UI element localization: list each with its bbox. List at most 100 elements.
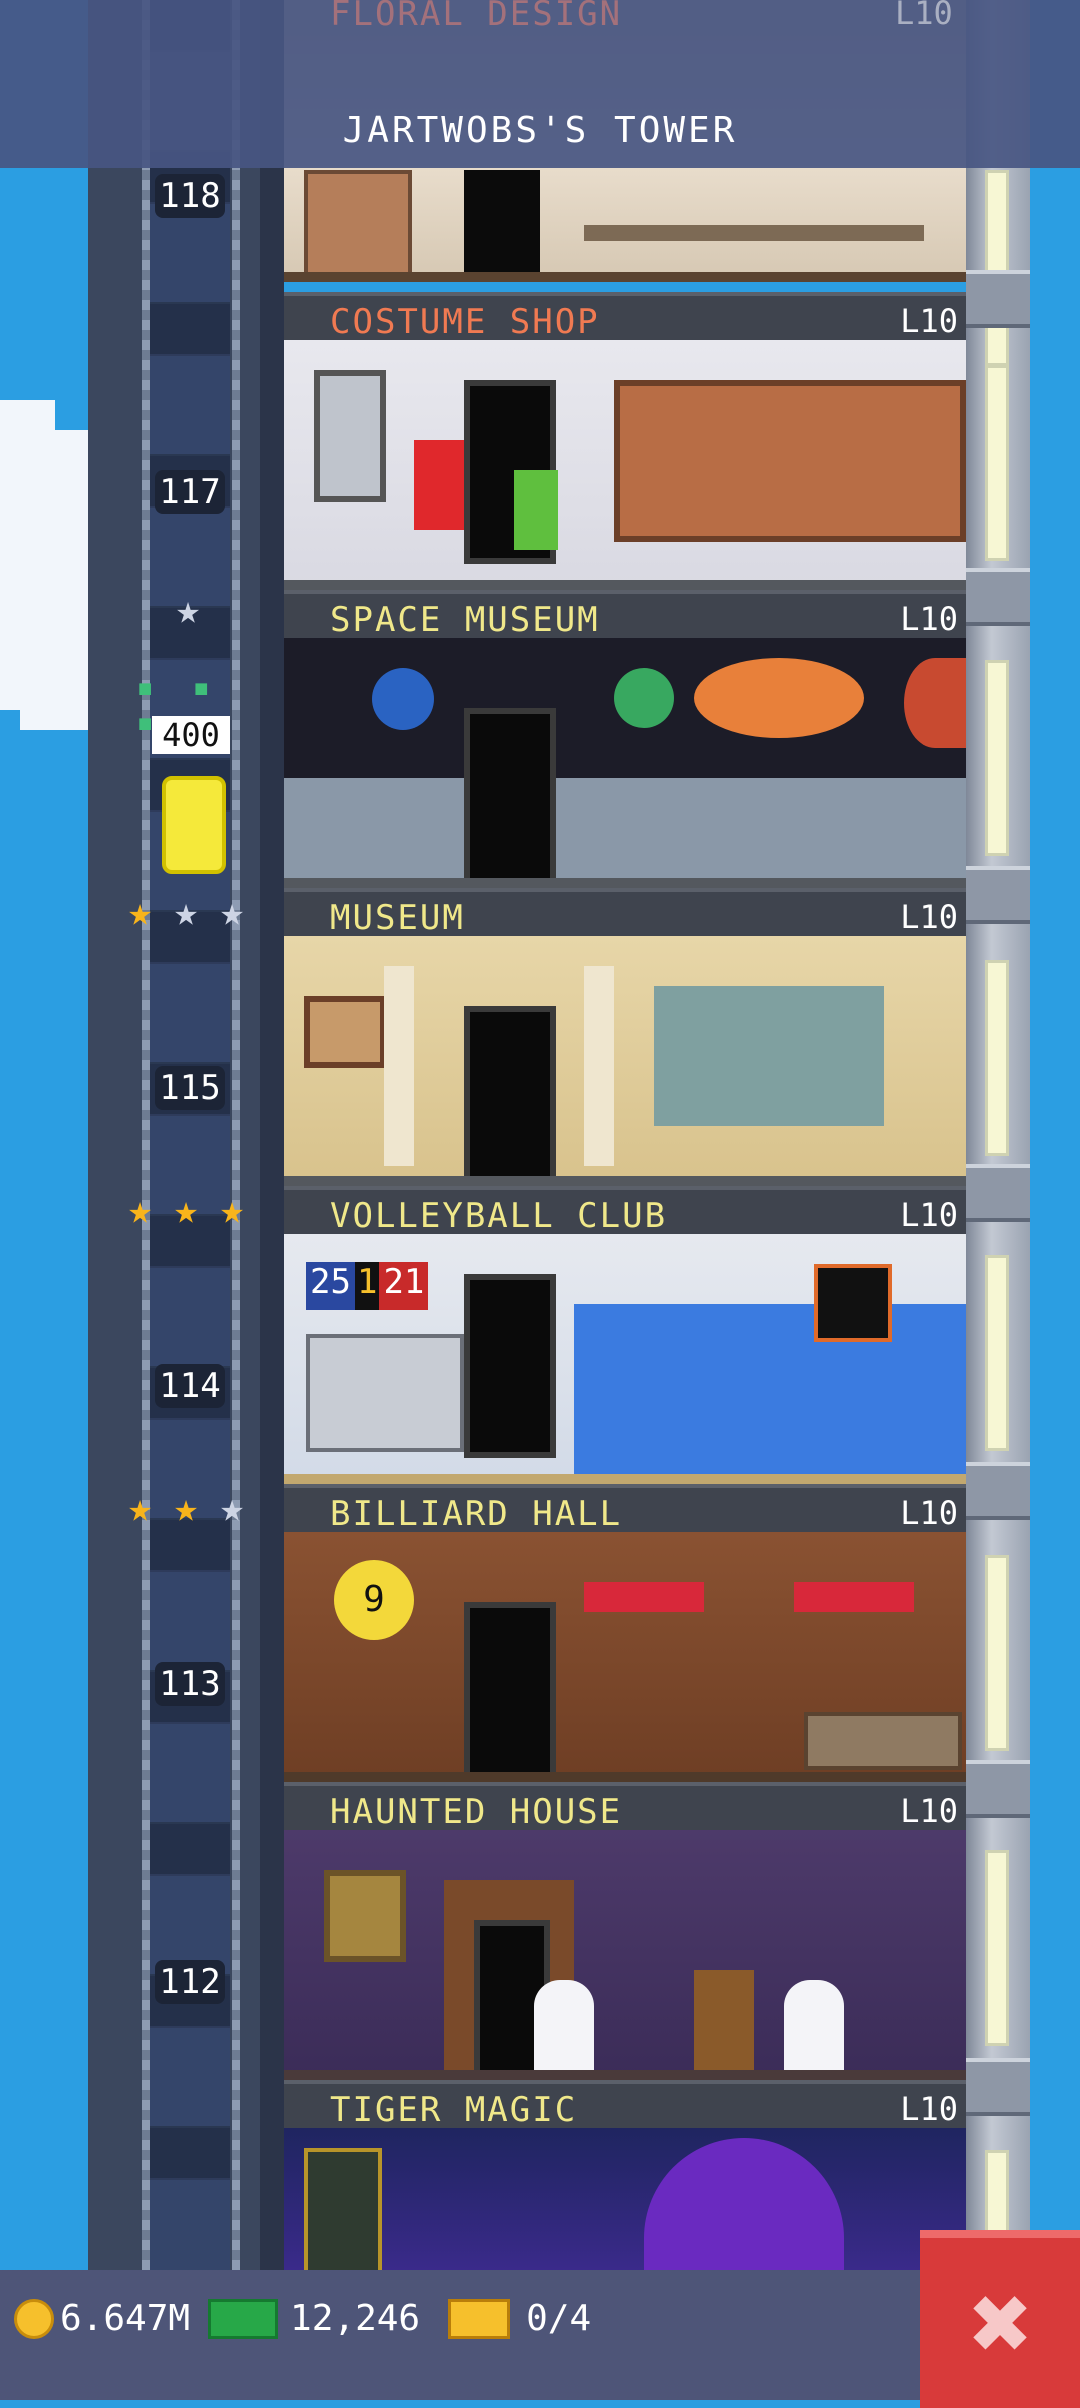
bux-icon (208, 2298, 279, 2339)
floor-museum[interactable]: MUSEUM L10 (284, 888, 966, 1190)
floor-line (284, 272, 966, 282)
tower-bracket (966, 1462, 1030, 1520)
room-door[interactable] (464, 1274, 556, 1458)
column (584, 966, 614, 1166)
floor-level: L10 (900, 600, 958, 638)
coin-amount: 6.647M (60, 2298, 191, 2339)
floor-name: HAUNTED HOUSE (330, 1792, 623, 1832)
floor-name: MUSEUM (330, 898, 465, 938)
space-museum-room[interactable] (284, 638, 966, 892)
shopper-green (514, 470, 558, 550)
elevator-car[interactable]: ▪ ▪ ▪ 400 (136, 670, 230, 878)
floor-name: TIGER MAGIC (330, 2090, 578, 2130)
star-icon: ★ (127, 889, 153, 935)
ticket-count: 0/4 (526, 2298, 592, 2339)
star-icon: ★ (175, 587, 201, 633)
star-rating-museum: ★ ★ ★ (120, 892, 252, 932)
score-middle: 1 (354, 1262, 380, 1310)
floor-space-museum[interactable]: SPACE MUSEUM L10 (284, 590, 966, 892)
magic-stage (644, 2138, 844, 2270)
court-wall (574, 1304, 966, 1474)
pool-lamp (794, 1582, 914, 1612)
tower-title: JARTWOBS'S TOWER (342, 110, 738, 151)
plant-shelf (584, 225, 924, 241)
costume-rack (614, 380, 966, 542)
tower-bracket (966, 2058, 1030, 2116)
star-icon: ★ (173, 889, 199, 935)
tower-window-light (985, 660, 1009, 856)
floor-line (284, 1176, 966, 1186)
floor-line (284, 878, 966, 888)
room-door[interactable] (464, 170, 540, 280)
elevator-passenger[interactable] (162, 776, 226, 874)
costume-shop-room[interactable] (284, 340, 966, 590)
floor-costume-shop[interactable]: COSTUME SHOP L10 (284, 292, 966, 590)
floor-label: TIGER MAGIC L10 (284, 2080, 966, 2130)
tiger-magic-room[interactable] (284, 2128, 966, 2278)
floor-number-118: 118 (150, 174, 230, 218)
column (384, 966, 414, 1166)
floor-level: L10 (900, 302, 958, 340)
close-button[interactable]: ✖ (920, 2230, 1080, 2408)
planet-saturn (694, 658, 864, 738)
floor-name: BILLIARD HALL (330, 1494, 623, 1534)
ticket-icon (448, 2298, 511, 2339)
ball-rack (306, 1334, 464, 1452)
dinosaur-exhibit (654, 986, 884, 1126)
planet-red (904, 658, 966, 748)
floor-level: L10 (900, 1196, 958, 1234)
tower-bracket (966, 1760, 1030, 1818)
volleyball-room[interactable]: 25 1 21 (284, 1234, 966, 1484)
pool-lamp (584, 1582, 704, 1612)
partial-floor-level: L10 (895, 0, 953, 32)
score-right: 21 (379, 1262, 429, 1310)
floor-line (284, 1474, 966, 1484)
floor-level: L10 (900, 1792, 958, 1830)
star-rating-space-museum: ★ (168, 590, 208, 630)
floor-label: BILLIARD HALL L10 (284, 1484, 966, 1534)
floor-line (284, 580, 966, 590)
star-icon: ★ (173, 1187, 199, 1233)
star-icon: ★ (219, 889, 245, 935)
tower-window-light (985, 365, 1009, 561)
score-left: 25 (306, 1262, 355, 1310)
floor-line (284, 1772, 966, 1782)
floor-billiard-hall[interactable]: BILLIARD HALL L10 9 (284, 1484, 966, 1786)
floor-volleyball-club[interactable]: VOLLEYBALL CLUB L10 25 1 21 (284, 1186, 966, 1484)
floor-level: L10 (900, 1494, 958, 1532)
floor-label: VOLLEYBALL CLUB L10 (284, 1186, 966, 1236)
tower-bracket (966, 866, 1030, 924)
coin-icon (14, 2298, 54, 2339)
elevator-passenger-count: 400 (152, 716, 230, 754)
tower-bracket (966, 1164, 1030, 1222)
tower-window-light (985, 1850, 1009, 2046)
mirror (314, 370, 386, 502)
portrait (324, 1870, 406, 1962)
tower-window-light (985, 170, 1009, 366)
star-icon: ★ (127, 1187, 153, 1233)
floor-label: SPACE MUSEUM L10 (284, 590, 966, 640)
tower-window-light (985, 1555, 1009, 1751)
tower-bracket (966, 568, 1030, 626)
cloud (0, 400, 88, 730)
planet-green (614, 668, 674, 728)
bux-amount: 12,246 (290, 2298, 421, 2339)
floor-name: SPACE MUSEUM (330, 600, 600, 640)
star-icon: ★ (127, 1485, 153, 1531)
floor-number-117: 117 (150, 470, 230, 514)
haunted-room[interactable] (284, 1830, 966, 2104)
room-door[interactable] (464, 708, 556, 892)
volleyball-net (814, 1264, 892, 1342)
flower-display (304, 170, 412, 278)
museum-room[interactable] (284, 936, 966, 1190)
elevator-shaft[interactable] (150, 0, 230, 2270)
floor-number-114: 114 (150, 1364, 230, 1408)
status-bar: 6.647M 12,246 0/4 (0, 2270, 1080, 2400)
room-door[interactable] (464, 1602, 556, 1786)
floor-tiger-magic[interactable]: TIGER MAGIC L10 (284, 2080, 966, 2278)
floor-haunted-house[interactable]: HAUNTED HOUSE L10 (284, 1782, 966, 2104)
floor-number-112: 112 (150, 1960, 230, 2004)
room-door[interactable] (464, 1006, 556, 1190)
elevator-cable-left (142, 0, 150, 2270)
billiard-room[interactable]: 9 (284, 1532, 966, 1786)
